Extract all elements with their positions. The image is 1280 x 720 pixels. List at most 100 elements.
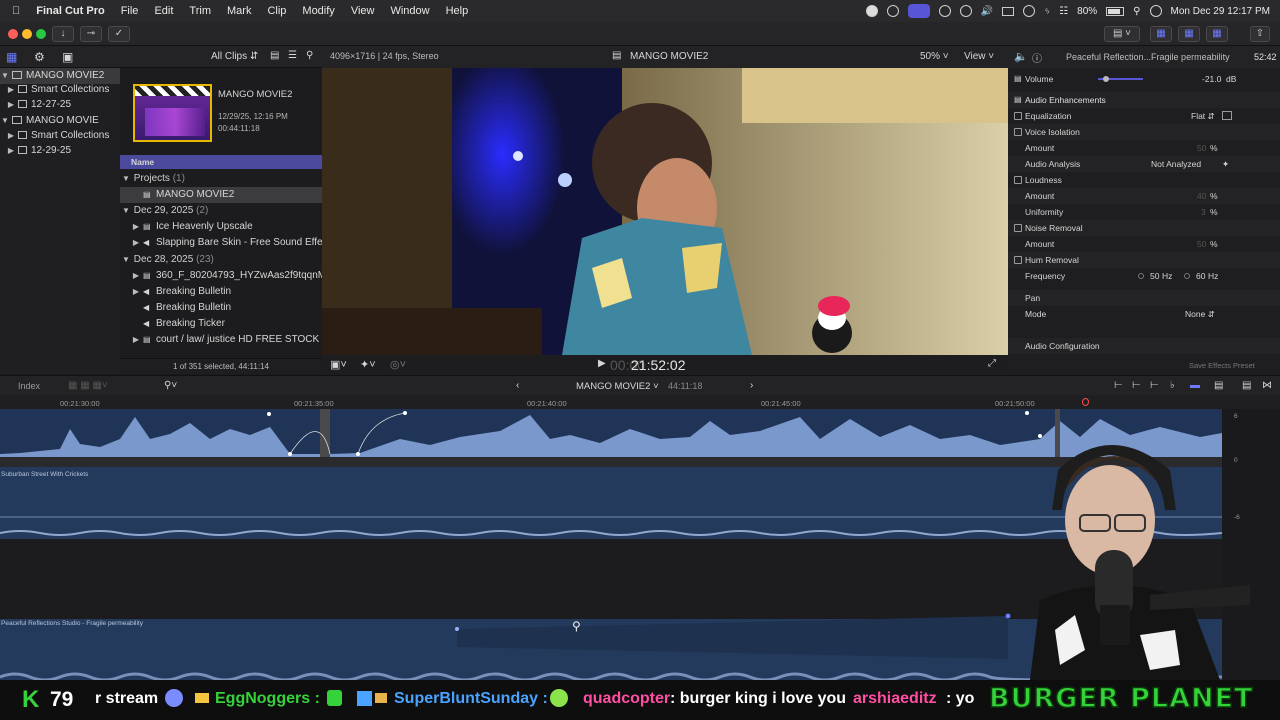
menu-edit[interactable]: Edit — [146, 5, 181, 17]
effects-browser-icon[interactable]: ▤ — [1214, 380, 1223, 391]
audio-enhancements-section[interactable]: ▤ Audio Enhancements — [1008, 92, 1280, 108]
clip-row[interactable]: ▶ ◀ Breaking Bulletin — [120, 284, 322, 300]
transform-tool-icon[interactable]: ▣˅ — [330, 358, 347, 371]
group-dec-28[interactable]: ▼ Dec 28, 2025 (23) — [120, 252, 322, 268]
analyze-wand-icon[interactable]: ✦ — [1222, 156, 1229, 172]
volume-value[interactable]: -21.0 — [1202, 71, 1221, 87]
display-icon[interactable] — [1002, 6, 1015, 16]
project-thumbnail[interactable] — [133, 84, 212, 142]
play-icon[interactable] — [959, 5, 972, 17]
clip-appearance-icon[interactable]: ▤ — [270, 50, 279, 61]
speed-tool-icon[interactable]: ◎˅ — [390, 358, 406, 371]
audio-skim-icon[interactable]: ⊢ — [1150, 380, 1159, 391]
library-mango-movie[interactable]: ▼ MANGO MOVIE — [0, 113, 120, 129]
smart-collections-2[interactable]: ▶ Smart Collections — [0, 128, 120, 144]
amount-value[interactable]: 40 — [1197, 188, 1206, 204]
volume-icon[interactable]: 🔊 — [981, 6, 993, 17]
share-button[interactable]: ⇧ — [1250, 26, 1270, 42]
clip-row[interactable]: ◀ Breaking Ticker — [120, 316, 322, 332]
obs-icon[interactable] — [886, 5, 899, 17]
edit-tools-icon[interactable]: ▦ ▦ ▦˅ — [68, 380, 108, 391]
menu-modify[interactable]: Modify — [294, 5, 342, 17]
keyword-button[interactable]: ⊸ — [80, 26, 102, 42]
info-inspector-icon[interactable]: ⓘ — [1032, 50, 1042, 65]
solo-icon[interactable]: ♭ — [1170, 380, 1175, 391]
timeline-back-icon[interactable]: ‹ — [516, 380, 519, 391]
hum-removal-checkbox[interactable] — [1014, 256, 1022, 264]
background-tasks-button[interactable]: ✓ — [108, 26, 130, 42]
menu-file[interactable]: File — [113, 5, 147, 17]
grid-icon[interactable] — [938, 5, 951, 17]
import-button[interactable]: ↓ — [52, 26, 74, 42]
event-12-27-25[interactable]: ▶ 12-27-25 — [0, 97, 120, 113]
group-projects[interactable]: ▼ Projects (1) — [120, 171, 322, 187]
amount-value[interactable]: 50 — [1197, 236, 1206, 252]
clip-row[interactable]: ▶ ◀ Slapping Bare Skin - Free Sound Effect… — [120, 235, 322, 251]
zoom-tool-icon[interactable]: ⚲˅ — [164, 380, 177, 391]
save-effects-preset-button[interactable]: Save Effects Preset — [1189, 358, 1255, 374]
list-view-icon[interactable]: ☰ — [288, 50, 297, 61]
play-button[interactable]: ▶ — [598, 358, 606, 369]
bowtie-icon[interactable]: ⋈ — [1262, 380, 1272, 391]
share-layout-button[interactable]: ▤ ˅ — [1104, 26, 1140, 42]
audio-inspector-icon[interactable]: 🔈 — [1014, 50, 1028, 63]
inspector-toggle-button[interactable]: ▦ — [1206, 26, 1228, 42]
zoom-window-button[interactable] — [36, 29, 46, 39]
group-dec-29[interactable]: ▼ Dec 29, 2025 (2) — [120, 203, 322, 219]
disclosure-icon[interactable]: ▤ — [1014, 71, 1022, 87]
clip-row[interactable]: ◀ Breaking Bulletin — [120, 300, 322, 316]
event-12-29-25[interactable]: ▶ 12-29-25 — [0, 143, 120, 159]
all-clips-filter[interactable]: All Clips ⇵ — [211, 51, 258, 62]
battery-icon[interactable] — [1106, 6, 1125, 16]
skimming-icon[interactable]: ⊢ — [1132, 380, 1141, 391]
pan-section[interactable]: Pan — [1008, 290, 1280, 306]
photos-icon[interactable]: ⚙ — [34, 50, 45, 64]
audio-configuration-section[interactable]: Audio Configuration — [1008, 338, 1280, 354]
name-column-header[interactable]: Name — [120, 155, 322, 169]
clip-row[interactable]: ▶ ▤ 360_F_80204793_HYZwAas2f9tqqnMNj — [120, 268, 322, 284]
search-icon[interactable]: ⚲ — [1133, 6, 1140, 17]
timeline-project-menu[interactable]: MANGO MOVIE2 ˅ — [576, 381, 659, 392]
libraries-icon[interactable]: ▦ — [6, 50, 17, 64]
menu-mark[interactable]: Mark — [219, 5, 259, 17]
bluetooth-icon[interactable]: ᛃ — [1044, 6, 1050, 17]
noise-removal-checkbox[interactable] — [1014, 224, 1022, 232]
mode-popup[interactable]: None ⇵ — [1185, 306, 1215, 322]
timeline-toggle-button[interactable]: ▦ — [1178, 26, 1200, 42]
enhance-tool-icon[interactable]: ✦˅ — [360, 358, 376, 371]
browser-search-icon[interactable]: ⚲ — [306, 50, 313, 61]
project-row-selected[interactable]: ▤ MANGO MOVIE2 — [120, 187, 322, 203]
track-3-clip-title[interactable]: Peaceful Reflections Studio - Fragile pe… — [1, 620, 143, 627]
uniformity-value[interactable]: 3 — [1201, 204, 1206, 220]
amount-value[interactable]: 50 — [1197, 140, 1206, 156]
loudness-checkbox[interactable] — [1014, 176, 1022, 184]
control-center-icon[interactable] — [1149, 5, 1162, 17]
volume-slider-knob[interactable] — [1103, 76, 1109, 82]
zoom-menu[interactable]: 50% ˅ — [920, 51, 949, 62]
timeline-forward-icon[interactable]: › — [750, 380, 753, 391]
radio-50hz[interactable] — [1138, 273, 1144, 279]
snapping-icon[interactable]: ⊢ — [1114, 380, 1123, 391]
screen-share-icon[interactable] — [907, 4, 930, 18]
smart-collections-1[interactable]: ▶ Smart Collections — [0, 82, 120, 98]
clip-appearance-icon[interactable]: ▬ — [1190, 380, 1200, 391]
transitions-icon[interactable]: ▤ — [1242, 380, 1251, 391]
fullscreen-button[interactable]: ⤢ — [988, 358, 996, 369]
equalization-checkbox[interactable] — [1014, 112, 1022, 120]
menu-view[interactable]: View — [343, 5, 383, 17]
view-menu[interactable]: View ˅ — [964, 51, 994, 62]
clip-row[interactable]: ▶▤court / law/ justice HD FREE STOCK FOO… — [120, 332, 322, 348]
menu-window[interactable]: Window — [382, 5, 437, 17]
video-viewer[interactable] — [322, 68, 1008, 355]
close-window-button[interactable] — [8, 29, 18, 39]
menu-help[interactable]: Help — [438, 5, 477, 17]
equalization-popup[interactable]: Flat ⇵ — [1191, 108, 1215, 124]
apple-icon[interactable]:  — [0, 5, 28, 17]
track-2-clip-title[interactable]: Suburban Street With Crickets — [1, 471, 88, 478]
clock-icon[interactable] — [1023, 5, 1036, 17]
index-button[interactable]: Index — [18, 381, 40, 391]
radio-60hz[interactable] — [1184, 273, 1190, 279]
voice-isolation-checkbox[interactable] — [1014, 128, 1022, 136]
app-menu[interactable]: Final Cut Pro — [28, 5, 112, 17]
titles-icon[interactable]: ▣ — [62, 50, 73, 64]
